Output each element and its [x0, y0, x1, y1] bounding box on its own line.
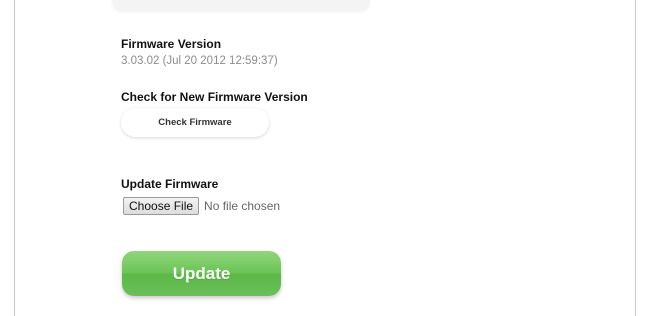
content-frame	[14, 0, 636, 316]
update-firmware-heading: Update Firmware	[121, 177, 219, 191]
update-button[interactable]: Update	[122, 251, 281, 296]
file-input[interactable]: Choose File No file chosen	[123, 196, 280, 216]
top-tab-shadow	[112, 0, 370, 10]
choose-file-button[interactable]: Choose File	[123, 197, 200, 215]
file-status-text: No file chosen	[204, 199, 281, 213]
check-firmware-button[interactable]: Check Firmware	[121, 108, 269, 137]
check-firmware-heading: Check for New Firmware Version	[121, 90, 308, 104]
firmware-version-heading: Firmware Version	[121, 37, 222, 51]
firmware-version-value: 3.03.02 (Jul 20 2012 12:59:37)	[121, 55, 278, 67]
